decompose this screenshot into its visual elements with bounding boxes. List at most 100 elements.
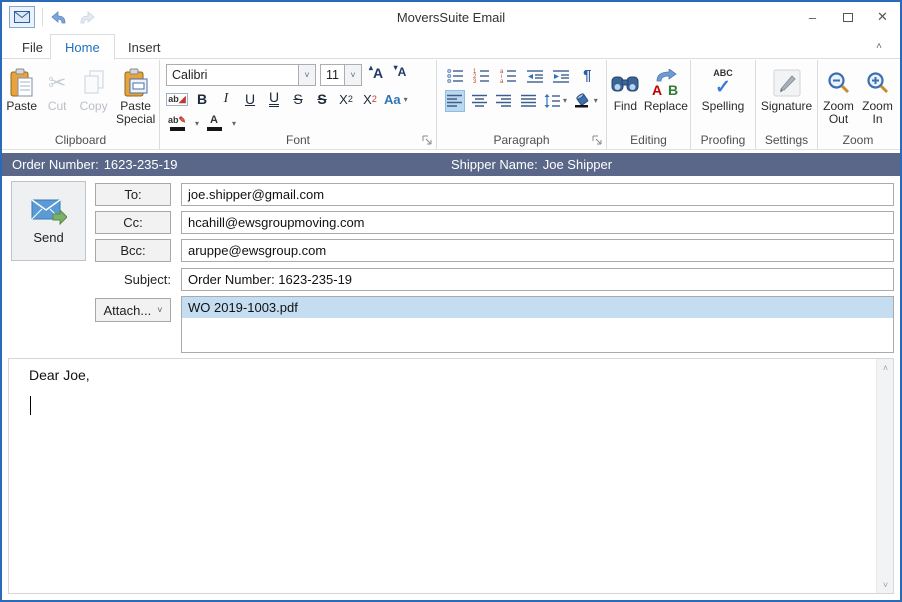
- clear-formatting-button[interactable]: ab◢: [166, 89, 188, 110]
- chevron-down-icon[interactable]: ˅: [344, 65, 361, 85]
- spell-check-icon: ABC ✓: [713, 66, 733, 100]
- tab-home[interactable]: Home: [50, 34, 115, 60]
- subject-field[interactable]: Order Number: 1623-235-19: [181, 268, 894, 291]
- message-body[interactable]: Dear Joe, ˄ ˅: [8, 358, 894, 594]
- align-left-button[interactable]: [445, 90, 465, 112]
- ribbon-group-settings: Signature Settings: [756, 60, 818, 149]
- maximize-icon: [843, 13, 853, 22]
- superscript-button[interactable]: X2: [336, 89, 356, 110]
- minimize-icon: –: [809, 10, 816, 25]
- increase-indent-button[interactable]: [550, 65, 571, 87]
- svg-text:A: A: [652, 82, 662, 97]
- double-underline-button[interactable]: U: [264, 89, 284, 110]
- align-left-icon: [447, 94, 463, 107]
- chevron-down-icon[interactable]: ▾: [195, 119, 199, 128]
- justify-button[interactable]: [519, 90, 539, 112]
- align-right-button[interactable]: [494, 90, 514, 112]
- clipboard-group-label: Clipboard: [2, 133, 159, 147]
- show-formatting-button[interactable]: ¶: [577, 65, 598, 87]
- shipper-name-value: Joe Shipper: [543, 157, 612, 172]
- paragraph-dialog-launcher[interactable]: [592, 135, 603, 146]
- close-button[interactable]: ✕: [865, 2, 900, 32]
- compose-form: Send To: joe.shipper@gmail.com Cc: hcahi…: [2, 176, 900, 358]
- signature-button[interactable]: Signature: [758, 64, 815, 128]
- replace-icon: AB: [649, 66, 683, 100]
- scroll-down-button[interactable]: ˅: [877, 576, 894, 593]
- paste-special-button[interactable]: Paste Special: [114, 64, 157, 128]
- text-cursor: [30, 396, 31, 415]
- replace-button[interactable]: AB Replace: [644, 64, 688, 128]
- font-dialog-launcher[interactable]: [422, 135, 433, 146]
- settings-group-label: Settings: [756, 133, 817, 147]
- collapse-ribbon-button[interactable]: ˄: [870, 38, 888, 54]
- cc-field[interactable]: hcahill@ewsgroupmoving.com: [181, 211, 894, 234]
- change-case-button[interactable]: Aa▾: [384, 89, 408, 110]
- bcc-button[interactable]: Bcc:: [95, 239, 171, 262]
- align-center-icon: [472, 94, 488, 107]
- paste-special-icon: [123, 66, 149, 100]
- shading-button[interactable]: ▾: [572, 90, 598, 112]
- signature-pen-icon: [773, 66, 801, 100]
- attach-button[interactable]: Attach... ˅: [95, 298, 171, 322]
- text-highlight-color-button[interactable]: ab✎: [166, 113, 188, 134]
- line-spacing-button[interactable]: ▾: [544, 90, 568, 112]
- binoculars-icon: [611, 66, 639, 100]
- double-strikethrough-button[interactable]: S: [312, 89, 332, 110]
- font-size-combobox[interactable]: 11 ˅: [320, 64, 362, 86]
- multilevel-list-button[interactable]: aia: [498, 65, 519, 87]
- send-button[interactable]: Send: [11, 181, 86, 261]
- bold-button[interactable]: B: [192, 89, 212, 110]
- shipper-name-label: Shipper Name:: [451, 157, 538, 172]
- shrink-font-button[interactable]: ▾A: [390, 65, 410, 86]
- align-right-icon: [496, 94, 512, 107]
- ribbon-group-clipboard: Paste ✂ Cut Copy Paste Special: [2, 60, 160, 149]
- title-bar: MoversSuite Email – ✕: [2, 2, 900, 32]
- zoom-group-label: Zoom: [818, 133, 898, 147]
- paste-button[interactable]: Paste: [4, 64, 39, 128]
- minimize-button[interactable]: –: [795, 2, 830, 32]
- svg-text:3: 3: [473, 79, 477, 83]
- tab-insert[interactable]: Insert: [114, 35, 175, 60]
- decrease-indent-button[interactable]: [524, 65, 545, 87]
- italic-button[interactable]: I: [216, 89, 236, 110]
- line-spacing-icon: [544, 94, 560, 108]
- scroll-up-button[interactable]: ˄: [877, 359, 894, 376]
- send-envelope-icon: [31, 198, 67, 226]
- ribbon-tab-bar: File Home Insert ˄: [2, 32, 900, 59]
- bullet-list-icon: [447, 68, 464, 83]
- chevron-down-icon: ▾: [404, 95, 408, 104]
- font-size-value: 11: [321, 68, 344, 82]
- chevron-down-icon: ˅: [883, 580, 888, 590]
- chevron-down-icon[interactable]: ˅: [298, 65, 315, 85]
- bcc-field[interactable]: aruppe@ewsgroup.com: [181, 239, 894, 262]
- paste-icon: [9, 66, 35, 100]
- window-controls: – ✕: [795, 2, 900, 32]
- zoom-in-button[interactable]: Zoom In: [859, 64, 896, 128]
- svg-text:B: B: [668, 82, 678, 97]
- order-number-label: Order Number:: [12, 157, 99, 172]
- numbered-list-button[interactable]: 123: [471, 65, 492, 87]
- numbered-list-icon: 123: [473, 68, 490, 83]
- copy-pages-icon: [82, 66, 106, 100]
- body-scrollbar[interactable]: ˄ ˅: [876, 359, 893, 593]
- font-family-combobox[interactable]: Calibri ˅: [166, 64, 316, 86]
- to-field[interactable]: joe.shipper@gmail.com: [181, 183, 894, 206]
- attachment-item[interactable]: WO 2019-1003.pdf: [182, 297, 893, 318]
- underline-button[interactable]: U: [240, 89, 260, 110]
- font-color-button[interactable]: A: [203, 113, 225, 134]
- find-button[interactable]: Find: [609, 64, 642, 128]
- spelling-button[interactable]: ABC ✓ Spelling: [695, 64, 751, 128]
- attachment-list[interactable]: WO 2019-1003.pdf: [181, 296, 894, 353]
- zoom-out-button[interactable]: Zoom Out: [820, 64, 857, 128]
- align-center-button[interactable]: [470, 90, 490, 112]
- chevron-down-icon[interactable]: ▾: [232, 119, 236, 128]
- grow-font-button[interactable]: ▴A: [366, 65, 386, 86]
- strikethrough-button[interactable]: S: [288, 89, 308, 110]
- justify-icon: [521, 94, 537, 107]
- maximize-button[interactable]: [830, 2, 865, 32]
- bullet-list-button[interactable]: [445, 65, 466, 87]
- cc-button[interactable]: Cc:: [95, 211, 171, 234]
- subscript-button[interactable]: X2: [360, 89, 380, 110]
- to-button[interactable]: To:: [95, 183, 171, 206]
- cut-button: ✂ Cut: [41, 64, 73, 128]
